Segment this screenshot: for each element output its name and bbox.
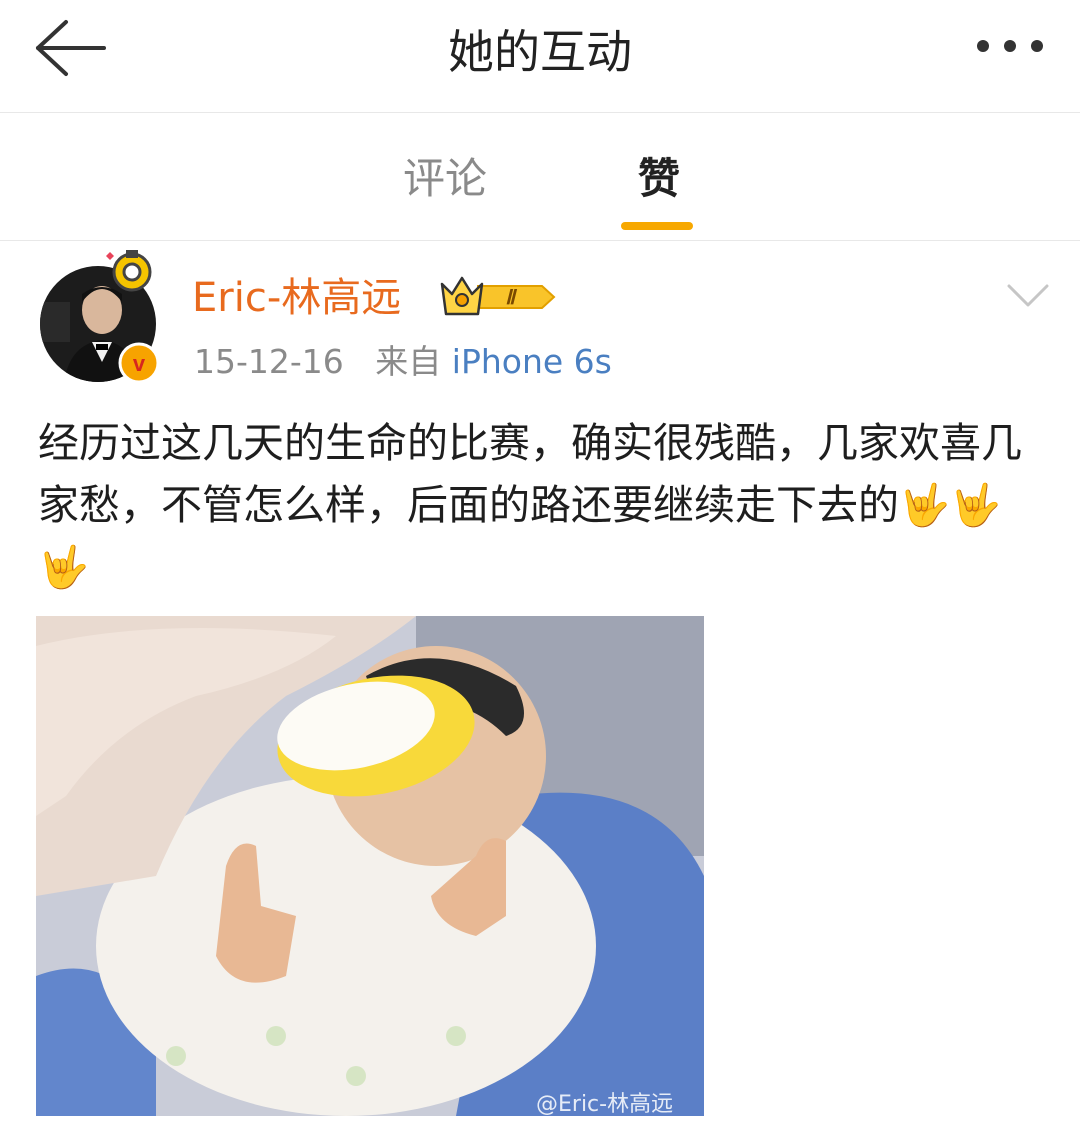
- svg-text:v: v: [133, 351, 146, 376]
- chevron-down-icon: [1007, 284, 1049, 307]
- post-menu-button[interactable]: [996, 270, 1060, 322]
- tab-comments[interactable]: 评论: [380, 149, 510, 209]
- vip-crown-icon: Ⅱ: [440, 276, 556, 316]
- tab-likes[interactable]: 赞: [594, 149, 724, 209]
- baby-photo: [36, 616, 704, 1116]
- top-bar: 她的互动: [0, 0, 1080, 113]
- post-meta: 15-12-16 来自 iPhone 6s: [194, 338, 612, 386]
- post-text: 经历过这几天的生命的比赛，确实很残酷，几家欢喜几家愁，不管怎么样，后面的路还要继…: [38, 419, 1022, 591]
- post-source[interactable]: iPhone 6s: [452, 342, 612, 381]
- tab-bar: 评论 赞: [0, 113, 1080, 241]
- author-name[interactable]: Eric-林高远: [192, 270, 401, 326]
- image-watermark: @Eric-林高远: [536, 1092, 674, 1117]
- avatar-badge-icon: [106, 250, 152, 292]
- post-date: 15-12-16: [194, 342, 344, 381]
- verified-badge-icon: v: [118, 342, 160, 384]
- source-prefix: 来自: [375, 342, 442, 381]
- more-button[interactable]: [960, 18, 1060, 74]
- active-tab-indicator: [621, 222, 693, 230]
- page-title: 她的互动: [448, 25, 632, 79]
- more-dots-icon: [977, 40, 1043, 52]
- post-image[interactable]: [36, 616, 704, 1116]
